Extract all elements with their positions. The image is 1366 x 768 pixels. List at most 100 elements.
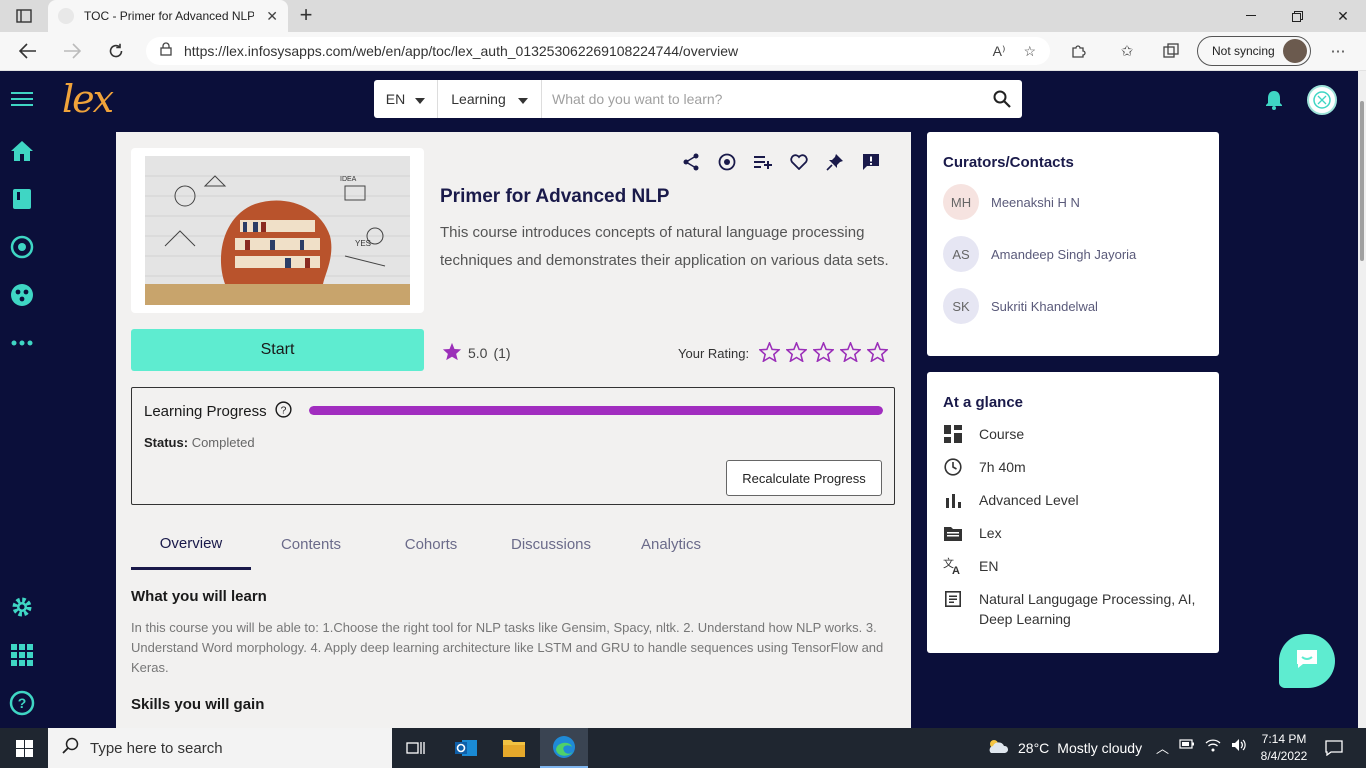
app-grid-icon[interactable] — [8, 641, 36, 669]
svg-text:?: ? — [280, 405, 286, 416]
tab-overview[interactable]: Overview — [131, 520, 251, 570]
share-icon[interactable] — [681, 152, 701, 172]
start-button[interactable]: Start — [131, 329, 424, 371]
back-button[interactable] — [16, 40, 40, 62]
more-apps-icon[interactable] — [8, 329, 36, 357]
rate-star-4-icon[interactable] — [839, 340, 863, 365]
windows-start-icon[interactable] — [0, 728, 48, 768]
clock-date: 8/4/2022 — [1260, 749, 1308, 763]
notification-bell-icon[interactable] — [1262, 88, 1286, 112]
tab-title: TOC - Primer for Advanced NLP — [84, 9, 254, 23]
app-area: ? lex EN Learning What do you want to le… — [0, 71, 1366, 728]
restore-button[interactable] — [1274, 0, 1320, 32]
what-you-will-learn-text: In this course you will be able to: 1.Ch… — [131, 620, 884, 675]
user-avatar[interactable] — [1307, 85, 1337, 115]
hamburger-menu-icon[interactable] — [8, 85, 36, 113]
subject-icon — [943, 589, 963, 609]
course-main-card: IDEA YES Primer for Advanced NLP This co… — [116, 132, 911, 728]
taskbar-search[interactable] — [48, 728, 392, 768]
forward-button[interactable] — [60, 40, 84, 62]
weather-widget[interactable]: 28°C Mostly cloudy — [986, 738, 1142, 757]
browser-tab[interactable]: TOC - Primer for Advanced NLP ✕ — [48, 0, 288, 32]
rate-star-5-icon[interactable] — [866, 340, 890, 365]
goal-target-icon[interactable] — [717, 152, 737, 172]
curator-item[interactable]: AS Amandeep Singh Jayoria — [943, 236, 1136, 272]
settings-icon[interactable] — [8, 593, 36, 621]
search-icon[interactable] — [982, 90, 1022, 108]
glance-text: Advanced Level — [979, 492, 1079, 508]
profile-label: Not syncing — [1212, 44, 1275, 58]
favorites-icon[interactable]: ✩ — [1116, 41, 1138, 61]
curator-item[interactable]: SK Sukriti Khandelwal — [943, 288, 1098, 324]
tab-cohorts[interactable]: Cohorts — [371, 520, 491, 570]
feedback-icon[interactable] — [861, 152, 881, 172]
book-icon[interactable] — [8, 185, 36, 213]
favorite-add-icon[interactable]: ☆ — [1023, 43, 1036, 60]
learning-progress-title: Learning Progress — [144, 403, 267, 420]
groups-icon[interactable] — [8, 281, 36, 309]
tab-actions-icon[interactable] — [14, 7, 34, 25]
collections-icon[interactable] — [1160, 41, 1182, 61]
tab-discussions[interactable]: Discussions — [491, 520, 611, 570]
help-icon[interactable]: ? — [8, 689, 36, 717]
svg-text:IDEA: IDEA — [340, 176, 357, 183]
refresh-button[interactable] — [104, 40, 128, 62]
star-filled-icon — [442, 342, 462, 364]
file-explorer-icon[interactable] — [490, 728, 538, 768]
help-circle-icon[interactable]: ? — [275, 401, 292, 422]
taskbar-clock[interactable]: 7:14 PM 8/4/2022 — [1252, 731, 1316, 765]
lex-logo[interactable]: lex — [62, 77, 114, 121]
scrollbar-thumb[interactable] — [1360, 101, 1364, 261]
profile-button[interactable]: Not syncing — [1197, 36, 1311, 66]
clock-icon — [943, 457, 963, 477]
rate-star-3-icon[interactable] — [812, 340, 836, 365]
notification-center-icon[interactable] — [1322, 736, 1346, 760]
lock-icon — [160, 41, 172, 61]
battery-icon[interactable] — [1179, 738, 1195, 757]
curator-item[interactable]: MH Meenakshi H N — [943, 184, 1080, 220]
recalculate-progress-button[interactable]: Recalculate Progress — [726, 460, 882, 496]
language-dropdown[interactable]: EN — [374, 80, 438, 118]
chevron-down-icon — [517, 91, 528, 107]
add-to-playlist-icon[interactable] — [753, 152, 773, 172]
home-icon[interactable] — [8, 137, 36, 165]
page-scrollbar[interactable] — [1358, 71, 1366, 728]
outlook-icon[interactable] — [442, 728, 490, 768]
folder-icon — [943, 523, 963, 543]
tab-contents[interactable]: Contents — [251, 520, 371, 570]
search-icon — [62, 737, 80, 760]
url-bar[interactable]: https://lex.infosysapps.com/web/en/app/t… — [146, 37, 1050, 65]
edge-browser-icon[interactable] — [540, 728, 588, 768]
extensions-icon[interactable] — [1067, 41, 1089, 61]
category-dropdown[interactable]: Learning — [438, 80, 542, 118]
category-value: Learning — [451, 91, 506, 107]
rate-star-2-icon[interactable] — [785, 340, 809, 365]
taskbar-search-input[interactable] — [90, 739, 370, 757]
learning-progress-heading: Learning Progress ? — [144, 401, 292, 422]
tab-analytics[interactable]: Analytics — [611, 520, 731, 570]
new-tab-button[interactable]: + — [296, 4, 316, 26]
course-thumbnail-image: IDEA YES — [145, 156, 410, 305]
glance-item: 文A EN — [943, 556, 1199, 576]
pin-icon[interactable] — [825, 152, 845, 172]
search-input[interactable] — [542, 81, 982, 117]
progress-bar — [309, 406, 883, 415]
svg-text:?: ? — [18, 695, 27, 711]
average-rating: 5.0 (1) — [442, 342, 511, 364]
wifi-icon[interactable] — [1205, 738, 1221, 757]
volume-icon[interactable] — [1231, 738, 1247, 757]
glance-text: EN — [979, 558, 999, 574]
tab-close-icon[interactable]: ✕ — [266, 8, 278, 25]
minimize-button[interactable] — [1228, 0, 1274, 32]
target-icon[interactable] — [8, 233, 36, 261]
curator-avatar: MH — [943, 184, 979, 220]
read-aloud-icon[interactable]: A⁾ — [993, 43, 1006, 60]
glance-item: 7h 40m — [943, 457, 1199, 477]
rate-star-1-icon[interactable] — [758, 340, 782, 365]
task-view-icon[interactable] — [392, 728, 440, 768]
chevron-up-icon[interactable]: ︿ — [1156, 738, 1169, 757]
close-window-button[interactable]: ✕ — [1320, 0, 1366, 32]
favorite-heart-icon[interactable] — [789, 152, 809, 172]
chat-button[interactable] — [1279, 634, 1335, 688]
more-menu-icon[interactable]: ⋯ — [1327, 41, 1349, 61]
